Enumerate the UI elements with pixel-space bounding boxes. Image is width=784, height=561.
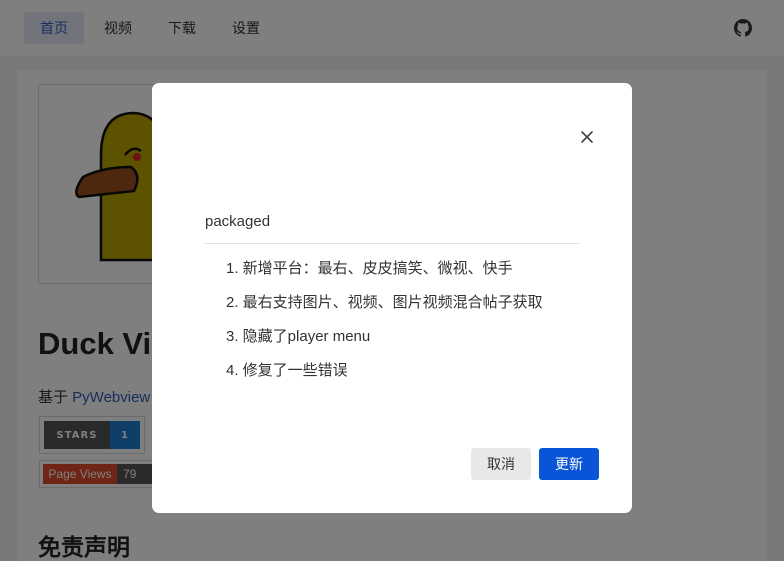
dialog-divider — [205, 243, 579, 244]
dialog-title: packaged — [205, 213, 271, 230]
list-item: 4. 修复了一些错误 — [226, 362, 348, 379]
update-dialog: packaged 1. 新增平台：最右、皮皮搞笑、微视、快手 2. 最右支持图片… — [152, 83, 632, 513]
close-icon[interactable] — [579, 129, 595, 145]
update-button[interactable]: 更新 — [539, 448, 599, 480]
cancel-button[interactable]: 取消 — [471, 448, 531, 480]
list-item: 2. 最右支持图片、视频、图片视频混合帖子获取 — [226, 294, 543, 311]
list-item: 1. 新增平台：最右、皮皮搞笑、微视、快手 — [226, 260, 513, 277]
list-item: 3. 隐藏了player menu — [226, 328, 371, 345]
changelog-list: 1. 新增平台：最右、皮皮搞笑、微视、快手 2. 最右支持图片、视频、图片视频混… — [226, 259, 543, 395]
